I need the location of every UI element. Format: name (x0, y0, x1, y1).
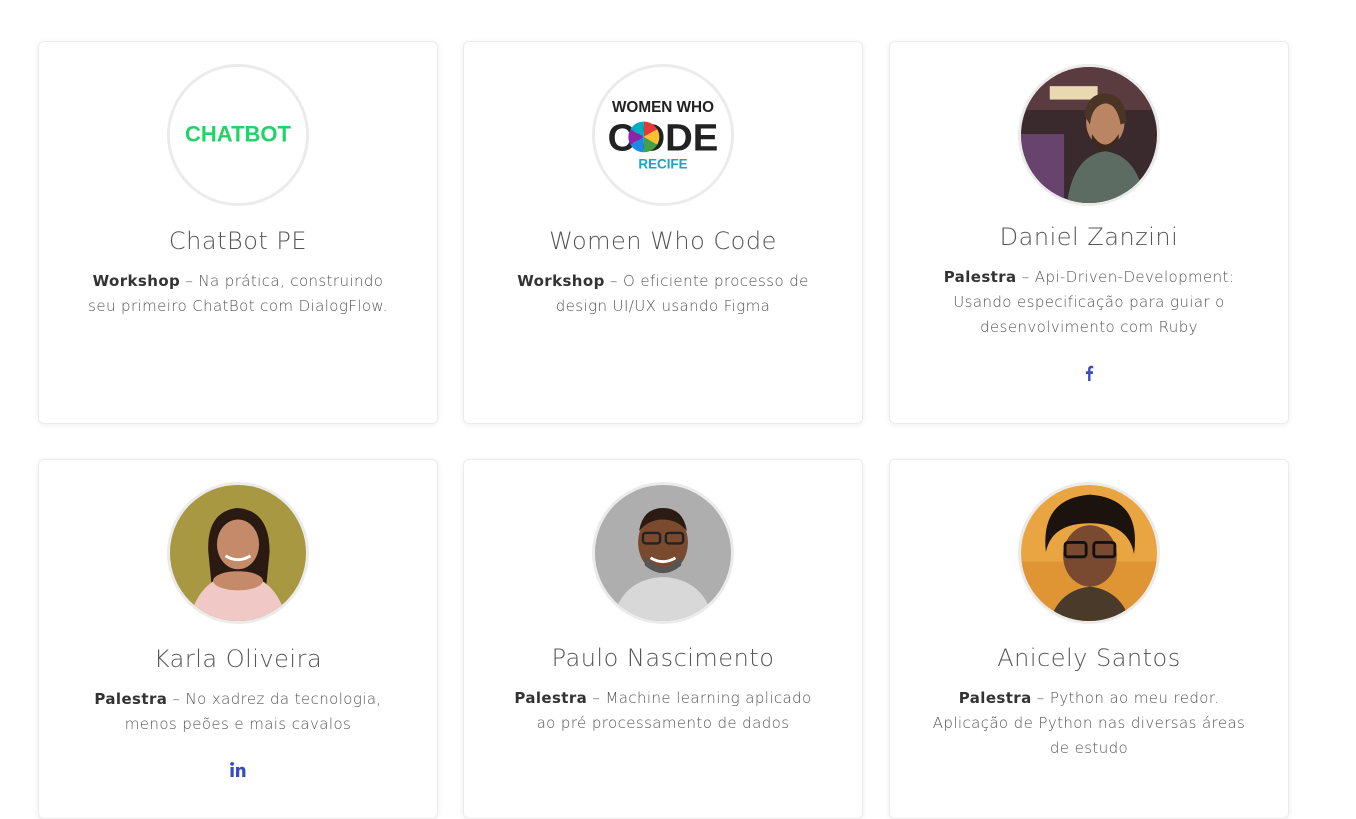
speaker-card: Daniel Zanzini Palestra – Api-Driven-Dev… (889, 41, 1289, 424)
speaker-name: Paulo Nascimento (551, 644, 775, 672)
linkedin-icon[interactable] (228, 760, 248, 780)
speaker-photo (170, 485, 306, 621)
speaker-name: Karla Oliveira (153, 645, 323, 673)
svg-text:CODE: CODE (608, 116, 719, 159)
speaker-description: Workshop – Na prática, construindo seu p… (79, 269, 397, 319)
speaker-card: Paulo Nascimento Palestra – Machine lear… (463, 459, 863, 819)
speaker-card: WOMEN WHO CODE RECIFE Women Who Code Wor… (463, 41, 863, 424)
women-who-code-logo: WOMEN WHO CODE RECIFE (595, 67, 731, 203)
talk-type: Workshop (92, 272, 181, 290)
svg-text:WOMEN WHO: WOMEN WHO (612, 99, 714, 116)
speaker-avatar: CHATBOT (167, 64, 309, 206)
speaker-name: ChatBot PE (168, 227, 308, 255)
speaker-description: Palestra – Python ao meu redor. Aplicaçã… (930, 686, 1248, 761)
svg-text:RECIFE: RECIFE (638, 157, 687, 172)
svg-text:CHATBOT: CHATBOT (185, 122, 292, 147)
speaker-description: Palestra – Api-Driven-Development: Usand… (930, 265, 1248, 340)
speaker-photo (1021, 485, 1157, 621)
chatbot-logo: CHATBOT (170, 67, 306, 203)
speaker-avatar (1018, 482, 1160, 624)
talk-type: Palestra (94, 690, 168, 708)
speaker-description: Palestra – No xadrez da tecnologia, meno… (79, 687, 397, 737)
speaker-card: Anicely Santos Palestra – Python ao meu … (889, 459, 1289, 819)
talk-type: Workshop (517, 272, 605, 290)
facebook-icon[interactable] (1079, 363, 1099, 383)
speaker-avatar (167, 482, 309, 624)
speaker-name: Anicely Santos (997, 644, 1181, 672)
speaker-description: Workshop – O eficiente processo de desig… (504, 269, 822, 319)
talk-type: Palestra (514, 689, 588, 707)
speaker-description: Palestra – Machine learning aplicado ao … (504, 686, 822, 736)
speaker-avatar: WOMEN WHO CODE RECIFE (592, 64, 734, 206)
speaker-photo (1021, 67, 1157, 203)
talk-type: Palestra (958, 689, 1032, 707)
speaker-photo (595, 485, 731, 621)
speaker-name: Daniel Zanzini (999, 223, 1179, 251)
talk-type: Palestra (943, 268, 1017, 286)
speaker-card: Karla Oliveira Palestra – No xadrez da t… (38, 459, 438, 819)
speaker-avatar (592, 482, 734, 624)
speaker-name: Women Who Code (549, 227, 777, 255)
speaker-card: CHATBOT ChatBot PE Workshop – Na prática… (38, 41, 438, 424)
speaker-avatar (1018, 64, 1160, 206)
